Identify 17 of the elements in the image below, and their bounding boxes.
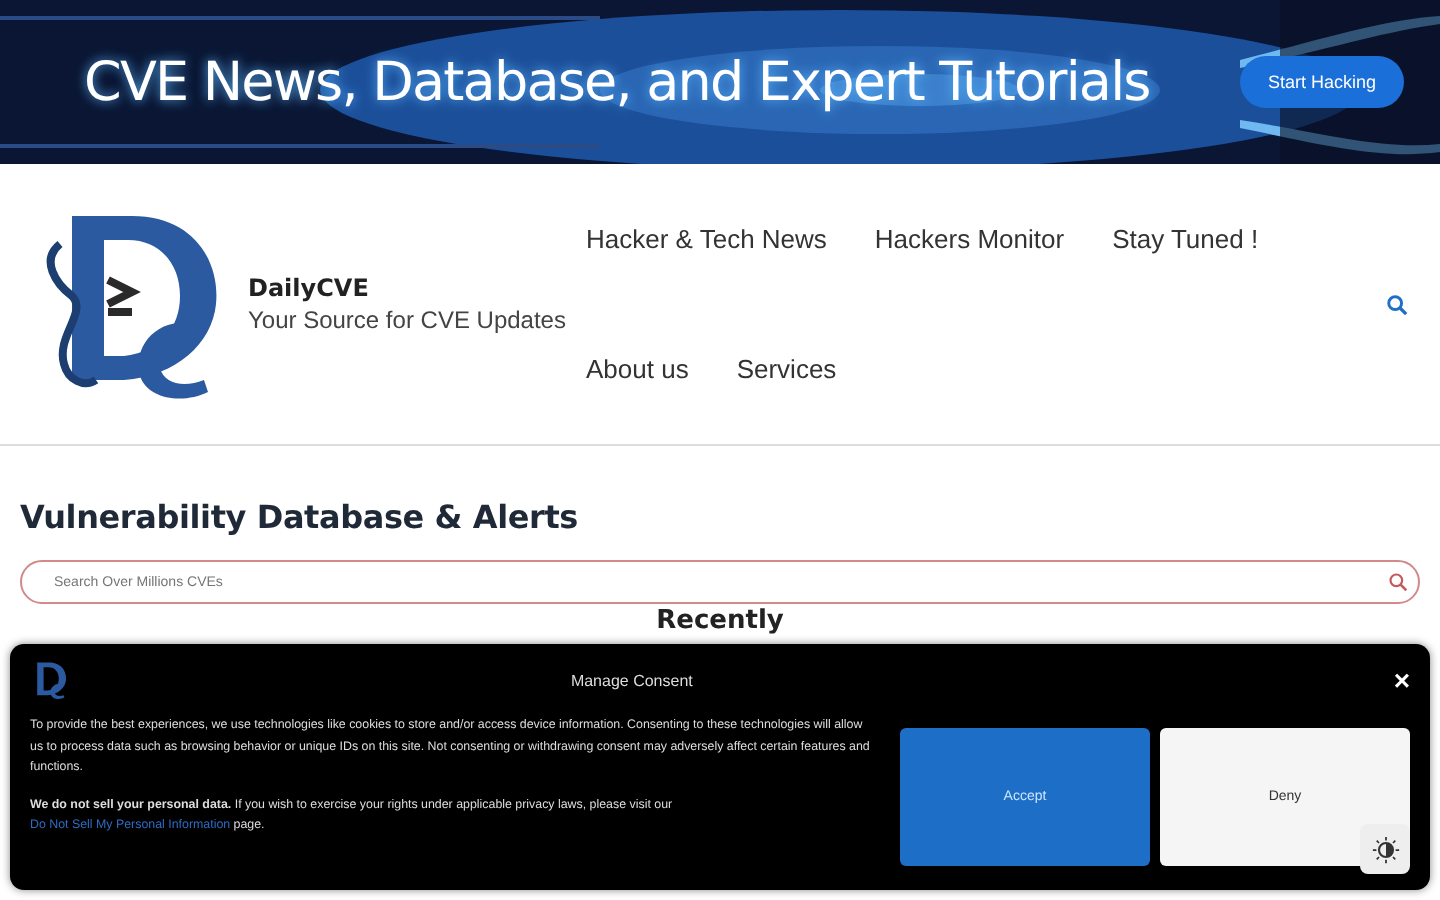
close-button[interactable]: × [1393,664,1410,696]
section-subheading: Recently [656,606,784,636]
nav-link[interactable]: About us [586,354,689,384]
nav-link[interactable]: Hacker & Tech News [586,224,827,254]
nav-link[interactable]: Services [736,354,837,384]
banner-title: CVE News, Database, and Expert Tutorials [84,51,1150,113]
section-heading: Vulnerability Database & Alerts [20,498,580,536]
dialog-title: Manage Consent [568,671,695,689]
search-icon[interactable] [1386,293,1408,315]
contrast-icon [1371,835,1399,863]
search-icon[interactable] [1388,572,1408,592]
nav-link[interactable]: Stay Tuned ! [1112,224,1259,254]
start-hacking-button[interactable]: Start Hacking [1239,56,1404,108]
site-name[interactable]: DailyCVE [248,274,566,302]
theme-toggle-button[interactable] [1360,824,1410,874]
site-tagline: Your Source for CVE Updates [248,306,566,334]
nav-link[interactable]: Hackers Monitor [874,224,1065,254]
